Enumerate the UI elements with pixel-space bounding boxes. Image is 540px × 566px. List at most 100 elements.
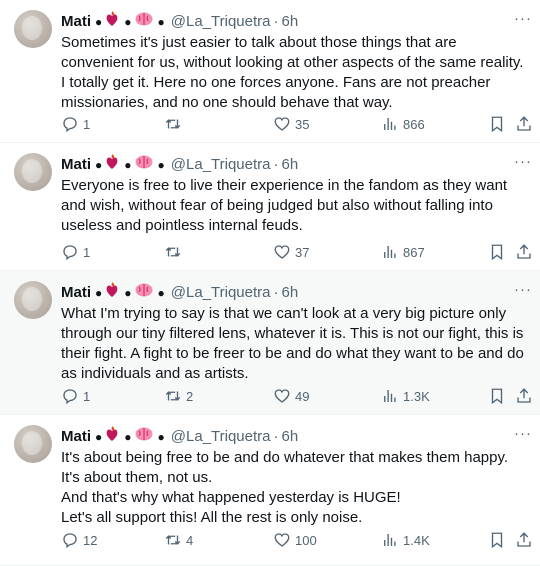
more-options-icon[interactable]: ··· xyxy=(514,425,532,442)
tweet-text: What I'm trying to say is that we can't … xyxy=(61,304,526,384)
reply-count: 12 xyxy=(83,532,98,548)
dot-icon: ● xyxy=(124,158,132,172)
retweet-count: 4 xyxy=(186,532,194,548)
like-button[interactable]: 100 xyxy=(273,530,317,550)
tweet-header: Mati ● ● ● @La_Triquetra · 6h xyxy=(61,426,528,448)
like-button[interactable]: 49 xyxy=(273,386,309,406)
author-handle[interactable]: @La_Triquetra xyxy=(171,427,271,447)
like-count: 37 xyxy=(295,244,310,260)
avatar[interactable] xyxy=(14,425,52,463)
retweet-icon xyxy=(165,535,181,545)
tweet-text-line: Sometimes it's just easier to talk about… xyxy=(61,34,524,111)
views-chart-icon xyxy=(384,246,396,258)
views-button[interactable]: 1.3K xyxy=(381,386,430,406)
more-options-icon[interactable]: ··· xyxy=(514,10,532,27)
share-icon xyxy=(517,116,531,131)
views-button[interactable]: 1.4K xyxy=(381,530,430,550)
author-name[interactable]: Mati xyxy=(61,283,91,303)
dot-icon: ● xyxy=(157,158,165,172)
reply-button[interactable]: 1 xyxy=(61,386,90,406)
bookmark-button[interactable] xyxy=(488,530,506,550)
dot-icon: ● xyxy=(95,15,103,29)
tweet-time[interactable]: 6h xyxy=(281,427,298,447)
tweet-text-line: Let's all support this! All the rest is … xyxy=(61,509,363,526)
tweet[interactable]: Mati ● ● ● @La_Triquetra · 6h ··· Everyo… xyxy=(0,143,540,271)
tweet-header: Mati ● ● ● @La_Triquetra · 6h xyxy=(61,11,528,33)
dot-icon: ● xyxy=(95,286,103,300)
reply-count: 1 xyxy=(83,116,91,132)
fire-heart-emoji-icon xyxy=(105,426,119,448)
avatar[interactable] xyxy=(14,10,52,48)
like-button[interactable]: 35 xyxy=(273,114,309,134)
author-name[interactable]: Mati xyxy=(61,427,91,447)
bookmark-button[interactable] xyxy=(488,242,506,262)
dot-icon: ● xyxy=(95,158,103,172)
bookmark-button[interactable] xyxy=(488,386,506,406)
like-button[interactable]: 37 xyxy=(273,242,309,262)
tweet-time[interactable]: 6h xyxy=(281,283,298,303)
heart-icon xyxy=(274,389,290,403)
author-name[interactable]: Mati xyxy=(61,12,91,32)
tweet-text-line: Everyone is free to live their experienc… xyxy=(61,177,508,234)
brain-emoji-icon xyxy=(135,427,153,447)
brain-emoji-icon xyxy=(135,283,153,303)
author-handle[interactable]: @La_Triquetra xyxy=(171,155,271,175)
views-button[interactable]: 866 xyxy=(381,114,425,134)
tweet-header: Mati ● ● ● @La_Triquetra · 6h xyxy=(61,282,528,304)
views-chart-icon xyxy=(384,534,396,546)
views-count: 866 xyxy=(403,116,425,132)
share-button[interactable] xyxy=(515,114,533,134)
avatar[interactable] xyxy=(14,281,52,319)
share-icon xyxy=(517,532,531,547)
reply-button[interactable]: 12 xyxy=(61,530,97,550)
retweet-button[interactable] xyxy=(164,114,186,134)
heart-icon xyxy=(274,245,290,259)
separator: · xyxy=(273,428,279,445)
share-icon xyxy=(517,244,531,259)
heart-icon xyxy=(274,533,290,547)
dot-icon: ● xyxy=(157,15,165,29)
retweet-button[interactable] xyxy=(164,242,186,262)
share-button[interactable] xyxy=(515,530,533,550)
tweet-actions: 1 2 49 1.3K xyxy=(61,386,533,406)
author-handle[interactable]: @La_Triquetra xyxy=(171,283,271,303)
timeline-feed: Mati ● ● ● @La_Triquetra · 6h ··· Someti… xyxy=(0,0,540,566)
tweet-time[interactable]: 6h xyxy=(281,155,298,175)
share-button[interactable] xyxy=(515,242,533,262)
brain-emoji-icon xyxy=(135,12,153,32)
share-button[interactable] xyxy=(515,386,533,406)
avatar[interactable] xyxy=(14,153,52,191)
reply-button[interactable]: 1 xyxy=(61,242,90,262)
tweet-text-line: What I'm trying to say is that we can't … xyxy=(61,305,524,382)
more-options-icon[interactable]: ··· xyxy=(514,281,532,298)
reply-count: 1 xyxy=(83,388,91,404)
dot-icon: ● xyxy=(124,286,132,300)
views-button[interactable]: 867 xyxy=(381,242,425,262)
reply-icon xyxy=(63,245,77,261)
bookmark-icon xyxy=(491,532,503,549)
like-count: 100 xyxy=(295,532,317,548)
bookmark-button[interactable] xyxy=(488,114,506,134)
tweet[interactable]: Mati ● ● ● @La_Triquetra · 6h ··· What I… xyxy=(0,271,540,415)
more-options-icon[interactable]: ··· xyxy=(514,153,532,170)
tweet-text: It's about being free to be and do whate… xyxy=(61,448,526,528)
views-count: 867 xyxy=(403,244,425,260)
reply-icon xyxy=(63,533,77,549)
views-chart-icon xyxy=(384,390,396,402)
dot-icon: ● xyxy=(157,286,165,300)
tweet-actions: 12 4 100 1.4K xyxy=(61,530,533,550)
bookmark-icon xyxy=(491,388,503,405)
reply-count: 1 xyxy=(83,244,91,260)
tweet[interactable]: Mati ● ● ● @La_Triquetra · 6h ··· It's a… xyxy=(0,415,540,566)
retweet-button[interactable]: 2 xyxy=(164,386,193,406)
tweet-time[interactable]: 6h xyxy=(281,12,298,32)
views-count: 1.3K xyxy=(403,388,430,404)
retweet-icon xyxy=(165,391,181,401)
like-count: 49 xyxy=(295,388,310,404)
views-count: 1.4K xyxy=(403,532,430,548)
retweet-button[interactable]: 4 xyxy=(164,530,193,550)
author-name[interactable]: Mati xyxy=(61,155,91,175)
tweet[interactable]: Mati ● ● ● @La_Triquetra · 6h ··· Someti… xyxy=(0,0,540,143)
reply-button[interactable]: 1 xyxy=(61,114,90,134)
author-handle[interactable]: @La_Triquetra xyxy=(171,12,271,32)
